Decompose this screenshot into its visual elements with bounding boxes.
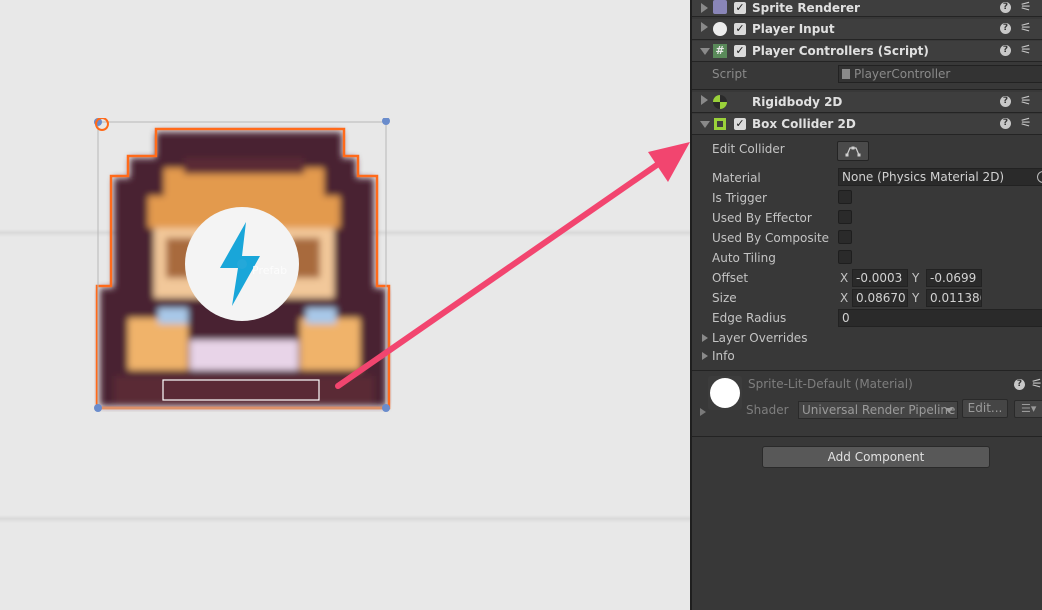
shader-edit-button[interactable]: Edit... xyxy=(962,399,1008,418)
enabled-checkbox[interactable]: ✓ xyxy=(734,45,746,57)
size-y-field[interactable]: 0.011386 xyxy=(926,289,982,307)
player-input-icon xyxy=(713,22,727,36)
material-value: None (Physics Material 2D) xyxy=(842,170,1005,184)
auto-tiling-label: Auto Tiling xyxy=(712,251,776,265)
script-label: Script xyxy=(712,67,747,81)
component-title: Player Input xyxy=(752,22,835,36)
used-by-effector-checkbox[interactable] xyxy=(838,210,852,224)
offset-label: Offset xyxy=(712,271,749,285)
settings-sliders-icon[interactable]: ⚟ xyxy=(1020,43,1032,58)
edge-radius-field[interactable]: 0 xyxy=(838,309,1042,327)
settings-sliders-icon[interactable]: ⚟ xyxy=(1020,21,1032,36)
size-x-axis-label: X xyxy=(840,291,849,305)
size-label: Size xyxy=(712,291,737,305)
material-expand-arrow-icon[interactable] xyxy=(700,408,706,416)
size-x-field[interactable]: 0.08670 xyxy=(852,289,908,307)
help-icon[interactable]: ? xyxy=(1000,118,1011,129)
size-y-value: 0.011386 xyxy=(930,291,982,305)
component-player-controllers[interactable]: # ✓ Player Controllers (Script) ? ⚟ xyxy=(692,41,1042,62)
foldout-arrow-icon[interactable] xyxy=(701,22,708,32)
component-rigidbody-2d[interactable]: Rigidbody 2D ? ⚟ xyxy=(692,92,1042,113)
help-icon[interactable]: ? xyxy=(1000,96,1011,107)
object-picker-icon[interactable] xyxy=(1037,171,1042,183)
layer-overrides-foldout[interactable]: Layer Overrides xyxy=(701,331,807,345)
script-icon: # xyxy=(713,44,727,58)
size-y-axis-label: Y xyxy=(912,291,920,305)
dropdown-arrow-icon xyxy=(945,408,953,413)
shader-menu-button[interactable]: ☰▾ xyxy=(1014,400,1042,418)
material-field[interactable]: None (Physics Material 2D) xyxy=(838,168,1042,186)
edit-collider-button[interactable] xyxy=(837,141,869,161)
script-value: PlayerController xyxy=(854,67,951,81)
add-component-button[interactable]: Add Component xyxy=(762,446,990,468)
material-label: Material xyxy=(712,171,761,185)
settings-sliders-icon[interactable]: ⚟ xyxy=(1020,116,1032,131)
component-box-collider-2d[interactable]: ✓ Box Collider 2D ? ⚟ xyxy=(692,114,1042,135)
settings-sliders-icon[interactable]: ⚟ xyxy=(1020,0,1032,15)
component-title: Rigidbody 2D xyxy=(752,95,843,109)
scene-ground-line xyxy=(0,515,690,523)
foldout-arrow-icon[interactable] xyxy=(701,3,708,13)
component-player-input[interactable]: ✓ Player Input ? ⚟ xyxy=(692,19,1042,40)
foldout-arrow-icon[interactable] xyxy=(700,121,710,128)
divider xyxy=(692,89,1042,90)
foldout-arrow-icon[interactable] xyxy=(701,95,708,105)
edge-radius-label: Edge Radius xyxy=(712,311,787,325)
foldout-arrow-icon[interactable] xyxy=(700,48,710,55)
rigidbody-icon xyxy=(713,95,727,109)
offset-y-value: -0.0699 xyxy=(930,271,977,285)
list-menu-icon: ☰▾ xyxy=(1021,402,1037,415)
enabled-checkbox[interactable]: ✓ xyxy=(734,2,746,14)
divider xyxy=(692,436,1042,437)
settings-sliders-icon[interactable]: ⚟ xyxy=(1031,377,1042,392)
edge-radius-value: 0 xyxy=(842,311,850,325)
offset-x-field[interactable]: -0.0003 xyxy=(852,269,908,287)
shader-label: Shader xyxy=(746,403,789,417)
auto-tiling-checkbox[interactable] xyxy=(838,250,852,264)
shader-value: Universal Render Pipeline xyxy=(802,403,956,417)
sprite-renderer-icon xyxy=(713,0,727,14)
is-trigger-label: Is Trigger xyxy=(712,191,767,205)
material-preview-thumbnail xyxy=(708,376,742,410)
settings-sliders-icon[interactable]: ⚟ xyxy=(1020,94,1032,109)
used-by-composite-label: Used By Composite xyxy=(712,231,830,245)
edit-collider-label: Edit Collider xyxy=(712,142,785,156)
help-icon[interactable]: ? xyxy=(1000,45,1011,56)
offset-y-field[interactable]: -0.0699 xyxy=(926,269,982,287)
inspector-panel: ✓ Sprite Renderer ? ⚟ ✓ Player Input ? ⚟… xyxy=(690,0,1042,610)
used-by-effector-label: Used By Effector xyxy=(712,211,812,225)
offset-x-axis-label: X xyxy=(840,271,849,285)
help-icon[interactable]: ? xyxy=(1014,379,1025,390)
scene-view[interactable]: Prefab xyxy=(0,0,690,610)
box-collider-icon xyxy=(714,118,726,130)
add-component-label: Add Component xyxy=(827,450,925,464)
player-sprite[interactable]: Prefab xyxy=(94,117,392,412)
edit-collider-icon xyxy=(845,146,861,157)
divider xyxy=(692,370,1042,371)
material-name: Sprite-Lit-Default (Material) xyxy=(748,377,913,391)
component-title: Box Collider 2D xyxy=(752,117,856,131)
info-foldout[interactable]: Info xyxy=(702,349,735,363)
offset-x-value: -0.0003 xyxy=(856,271,903,285)
used-by-composite-checkbox[interactable] xyxy=(838,230,852,244)
prefab-label: Prefab xyxy=(252,264,288,277)
enabled-checkbox[interactable]: ✓ xyxy=(734,118,746,130)
offset-y-axis-label: Y xyxy=(912,271,920,285)
script-file-icon xyxy=(842,69,850,79)
player-sprite-graphic xyxy=(94,117,391,412)
edit-label: Edit... xyxy=(967,401,1003,415)
shader-dropdown[interactable]: Universal Render Pipeline xyxy=(798,401,958,419)
help-icon[interactable]: ? xyxy=(1000,2,1011,13)
script-field[interactable]: PlayerController xyxy=(838,65,1042,83)
material-sphere-icon xyxy=(710,378,740,408)
help-icon[interactable]: ? xyxy=(1000,23,1011,34)
component-title: Player Controllers (Script) xyxy=(752,44,929,58)
component-sprite-renderer[interactable]: ✓ Sprite Renderer ? ⚟ xyxy=(692,0,1042,17)
size-x-value: 0.08670 xyxy=(856,291,906,305)
component-title: Sprite Renderer xyxy=(752,1,860,15)
is-trigger-checkbox[interactable] xyxy=(838,190,852,204)
enabled-checkbox[interactable]: ✓ xyxy=(734,23,746,35)
